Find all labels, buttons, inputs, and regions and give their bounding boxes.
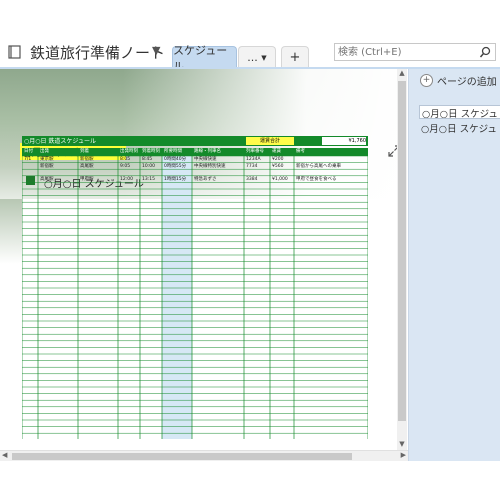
search-input[interactable] bbox=[338, 45, 473, 59]
table-cell[interactable]: 3384 bbox=[246, 177, 257, 183]
col-header: 出発 bbox=[40, 149, 49, 154]
col-header: 所要時間 bbox=[164, 149, 182, 154]
table-cell[interactable]: 10:00 bbox=[142, 164, 155, 170]
col-header: 到着 bbox=[80, 149, 89, 154]
col-header: 列車番号 bbox=[246, 149, 264, 154]
table-cell[interactable]: 0時間40分 bbox=[164, 157, 186, 163]
table-cell[interactable]: 7734 bbox=[246, 164, 257, 170]
sheet-title: ○月○日 鉄道スケジュール bbox=[24, 138, 96, 145]
total-value: ¥1,760 bbox=[322, 137, 366, 145]
table-cell[interactable]: 中央線特別快速 bbox=[194, 164, 226, 170]
table-cell[interactable]: ¥560 bbox=[272, 164, 283, 170]
banner-fade bbox=[0, 199, 22, 264]
plus-icon: + bbox=[420, 74, 433, 87]
add-page-button[interactable]: + ページの追加 bbox=[420, 73, 497, 88]
vertical-scrollbar[interactable]: ▲ ▼ bbox=[397, 69, 407, 450]
page-canvas[interactable]: ○月○日 スケジュール ○月○日 スケジュール ○月○日 鉄道スケジュール 運賃… bbox=[0, 69, 408, 450]
table-cell[interactable]: 東京駅 bbox=[40, 157, 54, 163]
highlight-column bbox=[162, 156, 192, 439]
chevron-down-icon: ▼ bbox=[261, 53, 267, 62]
scroll-up-icon[interactable]: ▲ bbox=[397, 69, 407, 79]
search-box[interactable] bbox=[334, 43, 496, 61]
table-cell[interactable]: 新宿駅 bbox=[40, 164, 54, 170]
chevron-down-icon[interactable]: ▼ bbox=[152, 44, 160, 57]
table-cell[interactable]: ¥200 bbox=[272, 157, 283, 163]
col-header: 運賃 bbox=[272, 149, 281, 154]
table-cell[interactable]: 8:45 bbox=[142, 157, 152, 163]
schedule-spreadsheet[interactable]: ○月○日 鉄道スケジュール 運賃合計 ¥1,760 日付 出発 到着 出発時刻 … bbox=[22, 136, 376, 439]
notebook-icon[interactable] bbox=[8, 45, 22, 59]
tab-more-label: ... bbox=[247, 51, 258, 64]
page-list-item[interactable]: ○月○日 スケジュ bbox=[419, 121, 500, 135]
table-cell[interactable]: 9:05 bbox=[120, 164, 130, 170]
notebook-title[interactable]: 鉄道旅行準備ノート bbox=[30, 42, 165, 63]
table-cell[interactable]: 新宿から高尾への乗車 bbox=[296, 164, 341, 170]
table-cell[interactable]: 特急あずさ bbox=[194, 177, 217, 183]
table-cell[interactable]: ¥1,000 bbox=[272, 177, 288, 183]
scroll-right-icon[interactable]: ▶ bbox=[401, 451, 406, 459]
table-cell[interactable]: 新宿駅 bbox=[80, 157, 94, 163]
table-cell[interactable]: 12:00 bbox=[120, 177, 133, 183]
table-cell[interactable]: 13:15 bbox=[142, 177, 155, 183]
add-page-label: ページの追加 bbox=[437, 77, 497, 88]
table-cell[interactable]: 高尾駅 bbox=[80, 164, 94, 170]
bottom-area bbox=[0, 461, 500, 500]
scroll-left-icon[interactable]: ◀ bbox=[2, 451, 7, 459]
title-bar: 鉄道旅行準備ノート ▼ スケジュール ... ▼ + bbox=[0, 0, 500, 73]
col-header: 到着時刻 bbox=[142, 149, 160, 154]
sheet-title-bar: ○月○日 鉄道スケジュール bbox=[22, 136, 368, 146]
table-cell[interactable]: 8:05 bbox=[120, 157, 130, 163]
page-list-item[interactable]: ○月○日 スケジュ bbox=[419, 105, 500, 119]
column-header-row: 日付 出発 到着 出発時刻 到着時刻 所要時間 路線・列車名 列車番号 運賃 備… bbox=[22, 148, 368, 156]
col-header: 日付 bbox=[24, 149, 33, 154]
table-cell[interactable]: 1234A bbox=[246, 157, 261, 163]
add-section-button[interactable]: + bbox=[281, 46, 309, 68]
search-icon[interactable] bbox=[479, 45, 491, 59]
total-label: 運賃合計 bbox=[246, 137, 294, 145]
scroll-thumb[interactable] bbox=[398, 81, 406, 421]
table-cell[interactable]: 中央線快速 bbox=[194, 157, 217, 163]
scroll-down-icon[interactable]: ▼ bbox=[397, 440, 407, 450]
col-header: 備考 bbox=[296, 149, 305, 154]
table-cell[interactable]: 甲府で昼食を食べる bbox=[296, 177, 337, 183]
table-cell[interactable]: 7/1 bbox=[24, 157, 31, 163]
col-header: 路線・列車名 bbox=[194, 149, 221, 154]
table-cell[interactable]: 0時間55分 bbox=[164, 164, 186, 170]
table-cell[interactable]: 1時間15分 bbox=[164, 177, 186, 183]
scroll-thumb[interactable] bbox=[12, 453, 352, 460]
tab-schedule[interactable]: スケジュール bbox=[172, 44, 237, 73]
table-cell[interactable]: 甲府駅 bbox=[80, 177, 94, 183]
page-list-sidebar: + ページの追加 ○月○日 スケジュ ○月○日 スケジュ bbox=[408, 69, 500, 461]
tab-more[interactable]: ... ▼ bbox=[238, 46, 276, 68]
col-header: 出発時刻 bbox=[120, 149, 138, 154]
table-cell[interactable]: 高尾駅 bbox=[40, 177, 54, 183]
sheet-grid[interactable] bbox=[22, 156, 368, 439]
